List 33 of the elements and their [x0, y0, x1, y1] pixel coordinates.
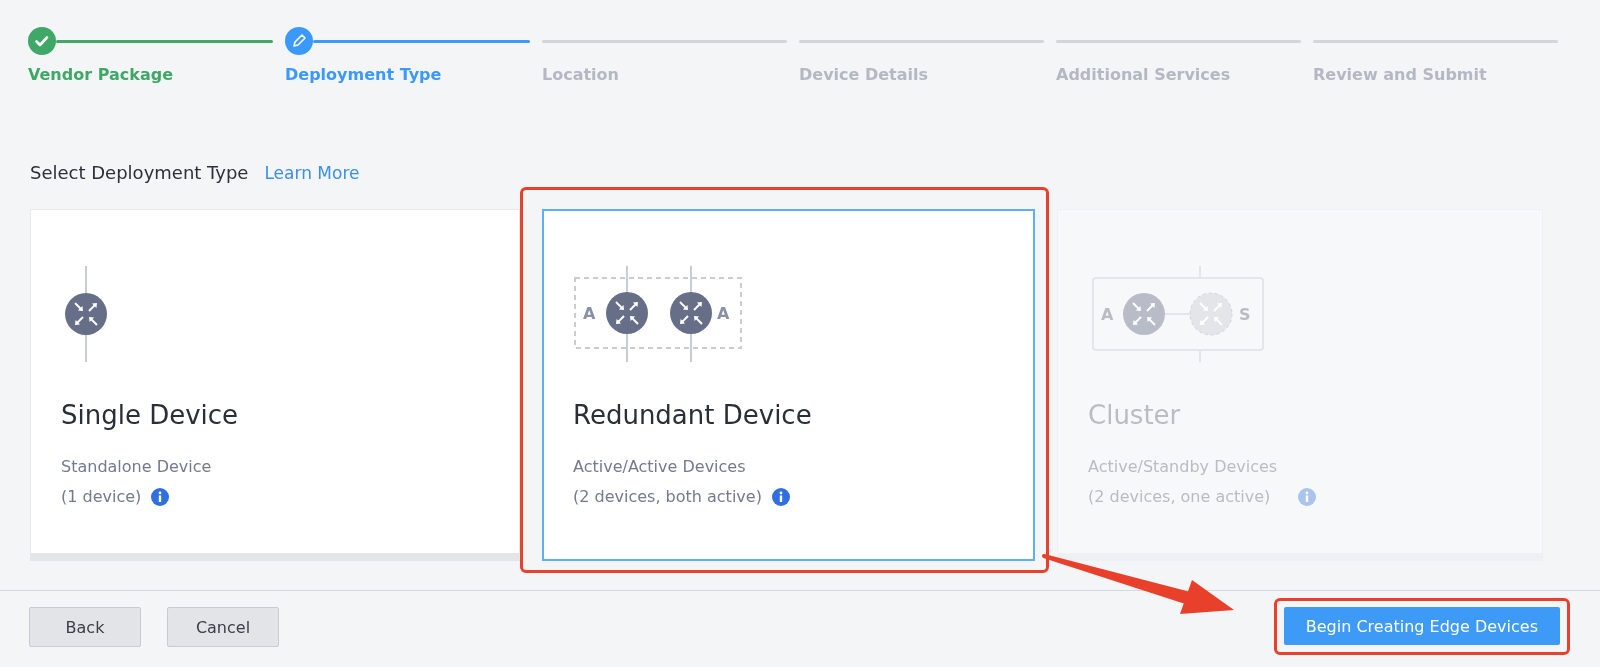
card-title: Cluster	[1088, 400, 1182, 430]
learn-more-link[interactable]: Learn More	[264, 163, 360, 183]
card-subtitle: Standalone Device	[61, 456, 213, 478]
card-title: Redundant Device	[573, 400, 813, 430]
card-subtitle: Active/Active Devices	[573, 456, 747, 478]
card-detail: (1 device)	[61, 486, 142, 508]
router-icon	[606, 292, 648, 334]
role-label: A	[1101, 305, 1114, 324]
info-icon[interactable]	[151, 488, 170, 506]
card-subtitle: Active/Standby Devices	[1088, 456, 1279, 478]
step-label[interactable]: Deployment Type	[285, 65, 530, 84]
card-title: Single Device	[61, 400, 240, 430]
footer-button[interactable]: Back	[29, 607, 141, 647]
router-icon	[65, 293, 107, 335]
deployment-card[interactable]: Single Device Standalone Device (1 device)	[30, 209, 520, 561]
role-label: A	[717, 304, 730, 323]
card-detail: (2 devices, both active)	[573, 486, 762, 508]
router-icon	[670, 292, 712, 334]
footer-button[interactable]: Cancel	[167, 607, 279, 647]
role-label: S	[1239, 305, 1251, 324]
begin-button[interactable]: Begin Creating Edge Devices	[1283, 607, 1560, 645]
info-icon[interactable]	[771, 488, 790, 506]
step-label[interactable]: Additional Services	[1056, 65, 1301, 84]
router-icon	[1189, 292, 1233, 336]
step-label[interactable]: Device Details	[799, 65, 1044, 84]
section-title: Select Deployment Type	[30, 162, 249, 183]
router-icon	[1123, 293, 1165, 335]
step-label[interactable]: Location	[542, 65, 787, 84]
role-label: A	[583, 304, 596, 323]
deployment-card[interactable]: A A Redundant Device Active/Active Devices (2 devices, both active)	[542, 209, 1035, 561]
card-detail: (2 devices, one active)	[1088, 486, 1271, 508]
step-label[interactable]: Review and Submit	[1313, 65, 1558, 84]
step-label[interactable]: Vendor Package	[28, 65, 273, 84]
